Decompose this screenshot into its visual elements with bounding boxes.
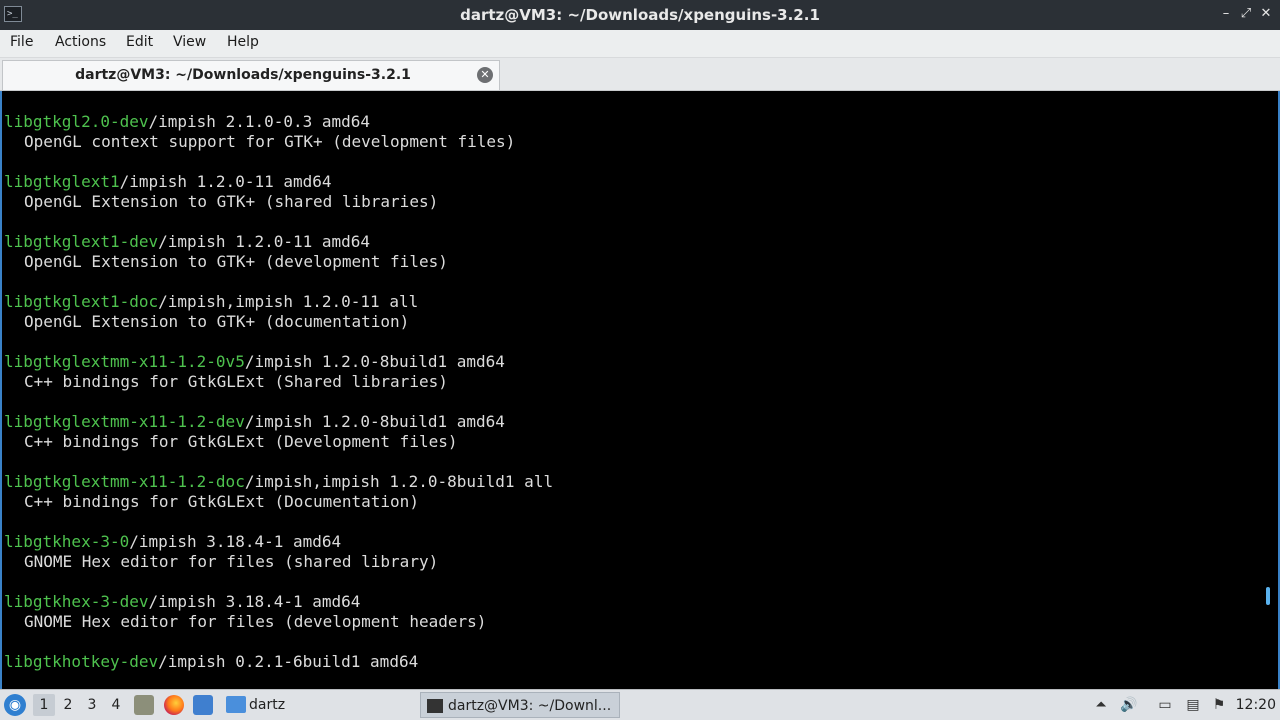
scrollbar-thumb[interactable] [1266,587,1270,605]
package-name: libgtkglext1-doc [4,292,159,311]
package-line: libgtkhex-3-dev/impish 3.18.4-1 amd64 [4,592,553,612]
package-description: OpenGL Extension to GTK+ (shared librari… [24,192,439,211]
terminal-lines: libgtkgl2.0-dev/impish 2.1.0-0.3 amd64 Op… [4,112,553,672]
workspace-1[interactable]: 1 [33,694,55,716]
minimize-button[interactable]: – [1218,6,1234,22]
package-version: /impish,impish 1.2.0-11 all [158,292,419,311]
package-line: libgtkglext1-doc/impish,impish 1.2.0-11 … [4,292,553,312]
package-line: libgtkglextmm-x11-1.2-dev/impish 1.2.0-8… [4,412,553,432]
window-title: dartz@VM3: ~/Downloads/xpenguins-3.2.1 [460,6,820,24]
package-version: /impish 2.1.0-0.3 amd64 [148,112,371,131]
package-name: libgtkglextmm-x11-1.2-doc [4,472,245,491]
menu-actions[interactable]: Actions [55,34,106,50]
desktop-icon[interactable] [193,695,213,715]
workspace-2[interactable]: 2 [57,694,79,716]
notification-icon[interactable]: ⚑ [1210,696,1228,714]
package-version: /impish,impish 1.2.0-8build1 all [244,472,554,491]
file-manager-launcher-icon[interactable] [134,695,154,715]
package-line: libgtkhex-3-0/impish 3.18.4-1 amd64 [4,532,553,552]
workspace-3[interactable]: 3 [81,694,103,716]
package-version: /impish 1.2.0-8build1 amd64 [244,352,505,371]
menu-bar: File Actions Edit View Help [0,30,1280,58]
taskbar-terminal-label: dartz@VM3: ~/Downl... [448,698,612,714]
tab-label: dartz@VM3: ~/Downloads/xpenguins-3.2.1 [75,67,411,83]
package-name: libgtkhotkey-dev [4,652,159,671]
maximize-button[interactable]: ⤢ [1238,6,1254,22]
start-menu-icon[interactable]: ◉ [4,694,26,716]
package-version: /impish 1.2.0-11 amd64 [119,172,332,191]
package-line: libgtkhotkey-dev/impish 0.2.1-6build1 am… [4,652,553,672]
firefox-icon[interactable] [164,695,184,715]
package-description: C++ bindings for GtkGLExt (Shared librar… [24,372,448,391]
clipboard-icon[interactable]: ▤ [1184,696,1202,714]
clock[interactable]: 12:20 [1236,697,1276,713]
package-description: OpenGL Extension to GTK+ (documentation) [24,312,410,331]
package-name: libgtkhex-3-0 [4,532,130,551]
package-version: /impish 1.2.0-8build1 amd64 [244,412,505,431]
menu-help[interactable]: Help [227,34,259,50]
terminal-output[interactable]: libgtkgl2.0-dev/impish 2.1.0-0.3 amd64 Op… [0,91,1280,689]
volume-icon[interactable]: 🔊 [1120,696,1138,714]
terminal-tab[interactable]: dartz@VM3: ~/Downloads/xpenguins-3.2.1 ✕ [2,60,500,90]
package-line: libgtkglext1/impish 1.2.0-11 amd64 [4,172,553,192]
package-name: libgtkglext1 [4,172,120,191]
terminal-task-icon [427,699,443,713]
tab-close-icon[interactable]: ✕ [477,67,493,83]
package-version: /impish 0.2.1-6build1 amd64 [158,652,419,671]
package-version: /impish 3.18.4-1 amd64 [129,532,342,551]
package-name: libgtkglextmm-x11-1.2-dev [4,412,245,431]
package-version: /impish 3.18.4-1 amd64 [148,592,361,611]
taskbar-terminal-task[interactable]: dartz@VM3: ~/Downl... [420,692,620,718]
package-description: OpenGL context support for GTK+ (develop… [24,132,516,151]
package-line: libgtkglext1-dev/impish 1.2.0-11 amd64 [4,232,553,252]
menu-view[interactable]: View [173,34,206,50]
package-line: libgtkglextmm-x11-1.2-doc/impish,impish … [4,472,553,492]
package-line: libgtkgl2.0-dev/impish 2.1.0-0.3 amd64 [4,112,553,132]
taskbar-folder-dartz[interactable]: dartz [249,692,285,718]
close-button[interactable]: ✕ [1258,6,1274,22]
taskbar: ◉ 1 2 3 4 dartz dartz@VM3: ~/Downl... ⏶ … [0,689,1280,720]
package-description: GNOME Hex editor for files (development … [24,612,487,631]
tab-bar: dartz@VM3: ~/Downloads/xpenguins-3.2.1 ✕ [0,58,1280,91]
tray-arrow-icon[interactable]: ⏶ [1092,696,1110,714]
package-description: C++ bindings for GtkGLExt (Documentation… [24,492,419,511]
menu-file[interactable]: File [10,34,33,50]
folder-icon [226,696,246,713]
menu-edit[interactable]: Edit [126,34,153,50]
package-name: libgtkglext1-dev [4,232,159,251]
package-name: libgtkhex-3-dev [4,592,149,611]
window-titlebar: >_ dartz@VM3: ~/Downloads/xpenguins-3.2.… [0,0,1280,30]
monitor-icon[interactable]: ▭ [1156,696,1174,714]
workspace-4[interactable]: 4 [105,694,127,716]
package-line: libgtkglextmm-x11-1.2-0v5/impish 1.2.0-8… [4,352,553,372]
package-version: /impish 1.2.0-11 amd64 [158,232,371,251]
package-name: libgtkgl2.0-dev [4,112,149,131]
package-description: GNOME Hex editor for files (shared libra… [24,552,439,571]
package-description: C++ bindings for GtkGLExt (Development f… [24,432,458,451]
package-name: libgtkglextmm-x11-1.2-0v5 [4,352,245,371]
package-description: OpenGL Extension to GTK+ (development fi… [24,252,448,271]
